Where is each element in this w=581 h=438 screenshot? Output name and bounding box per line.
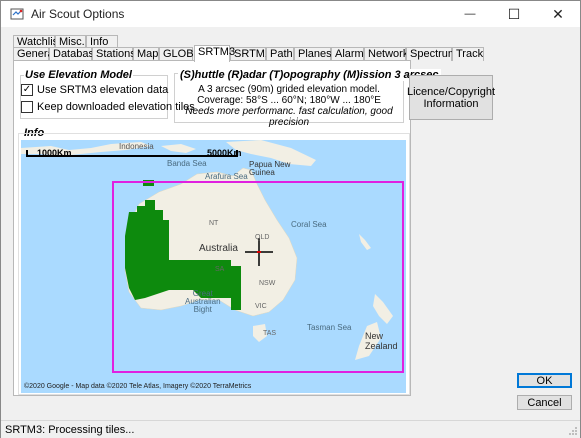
status-text: SRTM3: Processing tiles... bbox=[5, 424, 135, 436]
window-title: Air Scout Options bbox=[31, 7, 125, 21]
use-srtm3-checkbox[interactable]: ✓ bbox=[21, 84, 33, 96]
options-window: Air Scout Options — ☐ ✕ Watchlist Misc. … bbox=[0, 0, 581, 438]
label-papua: Papua New Guinea bbox=[249, 160, 291, 177]
tab-row-bottom: General Database Stations Map GLOBE SRTM… bbox=[13, 45, 484, 62]
keep-tiles-row[interactable]: Keep downloaded elevation tiles bbox=[21, 101, 195, 113]
cancel-button[interactable]: Cancel bbox=[517, 395, 572, 410]
label-indonesia: Indonesia bbox=[119, 142, 154, 151]
description-line-2: Coverage: 58°S ... 60°N; 180°W ... 180°E bbox=[197, 95, 381, 106]
tab-alarm[interactable]: Alarm bbox=[331, 47, 364, 61]
tab-path[interactable]: Path bbox=[266, 47, 294, 61]
app-icon bbox=[10, 8, 24, 20]
label-qld: QLD bbox=[255, 234, 270, 241]
tab-track[interactable]: Track bbox=[452, 47, 484, 61]
scale-label-left: 1000Km bbox=[37, 148, 72, 158]
status-bar: SRTM3: Processing tiles... bbox=[1, 420, 580, 438]
label-great-australian-bight: Great Australian Bight bbox=[185, 289, 221, 314]
tab-database[interactable]: Database bbox=[49, 47, 100, 61]
maximize-button[interactable]: ☐ bbox=[492, 1, 536, 27]
tab-srtm3[interactable]: SRTM3 bbox=[194, 45, 235, 62]
label-tas: TAS bbox=[263, 330, 277, 337]
close-button[interactable]: ✕ bbox=[536, 1, 580, 27]
label-arafura-sea: Arafura Sea bbox=[205, 172, 248, 181]
tab-planes[interactable]: Planes bbox=[294, 47, 332, 61]
maximize-icon: ☐ bbox=[507, 5, 521, 22]
title-bar: Air Scout Options — ☐ ✕ bbox=[1, 1, 580, 27]
use-srtm3-row[interactable]: ✓ Use SRTM3 elevation data bbox=[21, 84, 168, 96]
label-nsw: NSW bbox=[259, 280, 276, 287]
label-banda-sea: Banda Sea bbox=[167, 159, 207, 168]
srtm3-description-title: (S)huttle (R)adar (T)opography (M)ission… bbox=[178, 69, 441, 81]
use-srtm3-label[interactable]: Use SRTM3 elevation data bbox=[37, 84, 168, 96]
tab-map[interactable]: Map bbox=[133, 47, 159, 61]
elevation-model-group-title: Use Elevation Model bbox=[24, 69, 133, 81]
label-coral-sea: Coral Sea bbox=[291, 220, 327, 229]
label-nt: NT bbox=[209, 220, 219, 227]
keep-tiles-label[interactable]: Keep downloaded elevation tiles bbox=[37, 101, 195, 113]
tab-globe[interactable]: GLOBE bbox=[159, 47, 201, 61]
new-caledonia-land bbox=[359, 234, 371, 250]
ok-button[interactable]: OK bbox=[517, 373, 572, 388]
tab-srtm1[interactable]: SRTM1 bbox=[230, 47, 271, 61]
label-tasman-sea: Tasman Sea bbox=[307, 323, 352, 332]
close-icon: ✕ bbox=[552, 5, 564, 22]
tab-general[interactable]: General bbox=[13, 47, 56, 61]
label-australia: Australia bbox=[199, 243, 238, 254]
licence-copyright-button[interactable]: Licence/Copyright Information bbox=[407, 75, 495, 120]
nz-north-land bbox=[373, 294, 393, 324]
description-line-1: A 3 arcsec (90m) grided elevation model. bbox=[198, 84, 380, 95]
keep-tiles-checkbox[interactable] bbox=[21, 101, 33, 113]
label-sa: SA bbox=[215, 266, 225, 273]
scale-label-right: 5000Km bbox=[207, 148, 242, 158]
coverage-map[interactable]: 1000Km 5000Km Indonesia Banda Sea Arafur… bbox=[21, 140, 406, 393]
srtm3-tab-page: Use Elevation Model ✓ Use SRTM3 elevatio… bbox=[13, 60, 441, 396]
srtm3-description-text: A 3 arcsec (90m) grided elevation model.… bbox=[174, 84, 404, 128]
resize-grip-icon[interactable] bbox=[568, 426, 578, 436]
description-line-3: Needs more performanc. fast calculation,… bbox=[185, 106, 393, 128]
timor-land bbox=[161, 144, 196, 153]
tab-network[interactable]: Network bbox=[364, 47, 408, 61]
map-attribution: ©2020 Google - Map data ©2020 Tele Atlas… bbox=[24, 383, 252, 390]
tab-stations[interactable]: Stations bbox=[92, 47, 136, 61]
minimize-button[interactable]: — bbox=[448, 1, 492, 27]
tab-spectrum[interactable]: Spectrum bbox=[406, 47, 457, 61]
label-vic: VIC bbox=[255, 303, 267, 310]
label-new-zealand: New Zealand bbox=[365, 331, 398, 351]
minimize-icon: — bbox=[464, 8, 476, 20]
